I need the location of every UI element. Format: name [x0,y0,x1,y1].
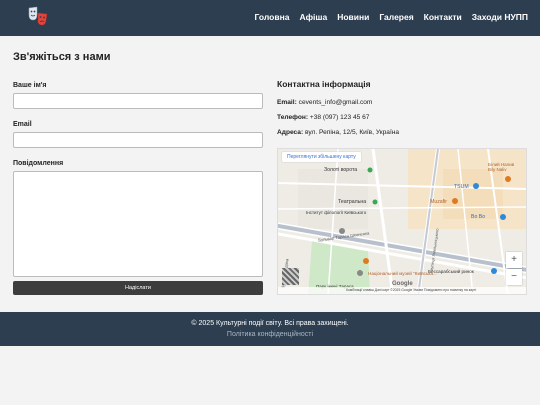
map-label: Інститут філології Київського [306,210,367,215]
zoom-out-button[interactable]: − [506,269,522,285]
map-label: TSUM [454,184,469,190]
street-view-icon[interactable] [282,268,299,285]
site-footer: © 2025 Культурні події світу. Всі права … [0,312,540,346]
nav-gallery[interactable]: Галерея [379,12,413,22]
map-label: Muzafir [430,199,448,205]
map-label: Театральна [338,199,367,205]
email-label: Email [13,121,32,128]
theater-masks-icon[interactable] [26,5,50,29]
submit-button[interactable]: Надіслати [13,281,263,295]
map-label: Білий Налив Bily Naliv [488,162,515,172]
map-label: Золоті ворота [324,167,358,173]
email-input[interactable] [13,132,263,148]
contact-info-title: Контактна інформація [277,79,371,89]
map-label: Бессарабський ринок [428,269,474,274]
main-nav: Головна Афіша Новини Галерея Контакти За… [245,12,529,22]
message-label: Повідомлення [13,160,64,167]
contact-form: Ваше ім'я Email Повідомлення Надіслати [13,82,263,295]
main-content: Зв'яжіться з нами Ваше ім'я Email Повідо… [0,36,540,312]
nav-nupp-events[interactable]: Заходи НУПП [472,12,528,22]
privacy-link[interactable]: Політика конфіденційності [0,331,540,338]
site-header: Головна Афіша Новини Галерея Контакти За… [0,0,540,36]
page-title: Зв'яжіться з нами [13,51,111,63]
name-input[interactable] [13,93,263,109]
contact-info: Контактна інформація Email: cevents_info… [277,79,527,144]
zoom-in-button[interactable]: + [506,252,522,268]
map-label: Національний музей "Київська... [368,271,437,276]
nav-home[interactable]: Головна [255,12,290,22]
embedded-map[interactable]: Переглянути збільшену карту Золоті ворот… [277,148,527,295]
nav-contacts[interactable]: Контакти [424,12,462,22]
map-label: Bo Bo [471,214,486,220]
message-textarea[interactable] [13,171,263,277]
contact-email: Email: cevents_info@gmail.com [277,99,373,106]
larger-map-link[interactable]: Переглянути збільшену карту [282,152,361,162]
name-label: Ваше ім'я [13,82,47,89]
copyright-text: © 2025 Культурні події світу. Всі права … [191,320,349,327]
contact-phone: Телефон: +38 (097) 123 45 67 [277,114,370,121]
nav-afisha[interactable]: Афіша [299,12,327,22]
contact-address: Адреса: вул. Репіна, 12/5, Київ, Україна [277,129,400,136]
nav-news[interactable]: Новини [337,12,369,22]
map-attribution[interactable]: Комбінації клавіш Дані карт ©2025 Google… [278,287,526,294]
